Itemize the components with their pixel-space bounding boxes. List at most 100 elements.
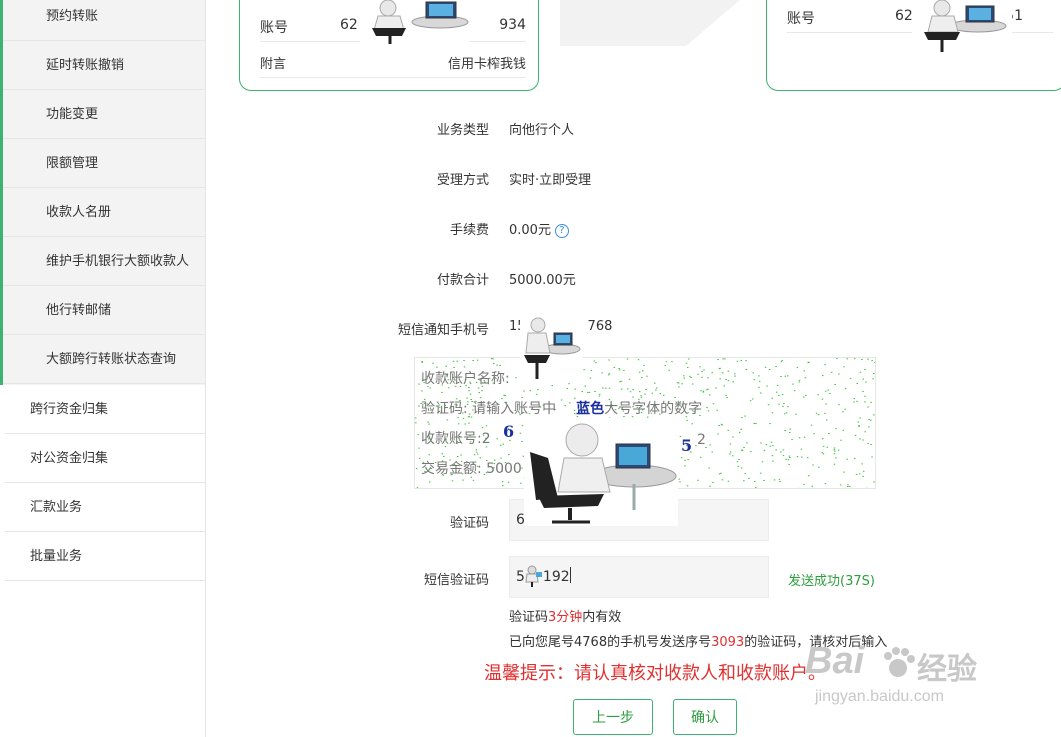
help-icon[interactable]: ? (554, 224, 569, 238)
captcha-noise-dot (684, 459, 686, 461)
captcha-noise-dot (697, 479, 699, 481)
captcha-noise-dot (642, 370, 644, 372)
captcha-noise-dot (691, 423, 693, 425)
captcha-noise-dot (873, 481, 875, 483)
person-at-computer-illustration-5 (524, 564, 544, 588)
captcha-noise-dot (583, 369, 585, 371)
captcha-noise-dot (839, 484, 842, 486)
processing-label: 受理方式 (436, 173, 489, 188)
sidebar-item-remittance[interactable]: 汇款业务 (5, 483, 205, 532)
captcha-noise-dot (833, 447, 836, 449)
captcha-noise-dot (717, 433, 719, 435)
captcha-noise-dot (641, 377, 643, 379)
captcha-noise-dot (771, 412, 774, 414)
captcha-noise-dot (763, 449, 766, 451)
fee-row: 0.00元? (509, 219, 569, 238)
captcha-noise-dot (655, 389, 657, 391)
captcha-noise-dot (758, 380, 761, 382)
sidebar-item-delayed-transfer-cancel[interactable]: 延时转账撤销 (3, 41, 205, 90)
captcha-noise-dot (475, 451, 478, 453)
captcha-noise-dot (822, 375, 824, 377)
captcha-noise-dot (776, 384, 779, 386)
captcha-noise-dot (515, 377, 517, 379)
business-type-label: 业务类型 (436, 123, 489, 138)
captcha-noise-dot (859, 371, 862, 373)
captcha-noise-dot (864, 431, 866, 433)
sms-code-input[interactable]: 5 192 (509, 556, 769, 598)
captcha-noise-dot (626, 358, 629, 360)
captcha-noise-dot (664, 364, 667, 366)
sidebar-item-limit-management[interactable]: 限额管理 (3, 139, 205, 188)
sidebar-item-cross-bank-collection[interactable]: 跨行资金归集 (5, 385, 205, 434)
captcha-noise-dot (784, 375, 787, 377)
confirm-button[interactable]: 确认 (673, 699, 737, 735)
captcha-blue-digit-2: 5 (681, 436, 693, 455)
captcha-noise-dot (581, 391, 583, 393)
captcha-noise-dot (769, 445, 772, 447)
captcha-noise-dot (711, 372, 713, 374)
captcha-noise-dot (807, 475, 810, 477)
captcha-noise-dot (870, 419, 872, 421)
captcha-noise-dot (700, 390, 702, 392)
captcha-noise-dot (421, 390, 423, 392)
captcha-noise-dot (720, 472, 722, 474)
sidebar-item-corporate-collection[interactable]: 对公资金归集 (5, 434, 205, 483)
prev-step-button[interactable]: 上一步 (573, 699, 653, 735)
captcha-noise-dot (475, 449, 478, 451)
captcha-noise-dot (712, 482, 714, 483)
captcha-noise-dot (734, 373, 736, 375)
captcha-noise-dot (709, 485, 711, 487)
captcha-noise-dot (702, 390, 705, 392)
captcha-noise-dot (755, 422, 757, 424)
captcha-noise-dot (460, 454, 462, 456)
sidebar-item-payee-list[interactable]: 收款人名册 (3, 188, 205, 237)
sidebar-item-scheduled-transfer[interactable]: 预约转账 (3, 0, 205, 41)
captcha-noise-dot (793, 390, 796, 392)
total-value: 5000.00元 (509, 273, 576, 288)
captcha-noise-dot (745, 369, 748, 370)
captcha-noise-dot (496, 364, 498, 366)
captcha-noise-dot (873, 414, 875, 416)
captcha-noise-dot (862, 439, 864, 441)
captcha-noise-dot (835, 428, 837, 430)
captcha-noise-dot (729, 453, 731, 455)
captcha-noise-dot (780, 376, 782, 377)
captcha-noise-dot (750, 451, 752, 453)
captcha-noise-dot (727, 370, 730, 372)
sidebar-item-other-bank-to-postal[interactable]: 他行转邮储 (3, 286, 205, 335)
captcha-noise-dot (833, 463, 836, 465)
captcha-noise-dot (428, 423, 430, 425)
sidebar-item-function-change[interactable]: 功能变更 (3, 90, 205, 139)
captcha-noise-dot (822, 438, 824, 440)
captcha-noise-dot (787, 406, 789, 408)
captcha-noise-dot (535, 393, 538, 395)
captcha-noise-dot (607, 374, 610, 376)
captcha-noise-dot (568, 383, 570, 385)
sidebar-item-mobile-large-payee[interactable]: 维护手机银行大额收款人 (3, 237, 205, 286)
fee-label: 手续费 (449, 223, 489, 238)
captcha-noise-dot (644, 393, 646, 395)
captcha-noise-dot (829, 392, 831, 394)
sidebar-item-large-transfer-status[interactable]: 大额跨行转账状态查询 (3, 335, 205, 384)
captcha-noise-dot (821, 452, 824, 454)
captcha-noise-dot (785, 412, 788, 414)
captcha-noise-dot (718, 425, 720, 426)
sms-code-suffix: 192 (542, 569, 570, 585)
captcha-noise-dot (584, 385, 586, 387)
sidebar-item-batch[interactable]: 批量业务 (5, 532, 205, 581)
captcha-noise-dot (499, 364, 501, 366)
captcha-noise-dot (659, 393, 661, 395)
captcha-noise-dot (776, 391, 778, 393)
captcha-noise-dot (847, 486, 849, 487)
captcha-line-instruction: 验证码: 请输入账号中 蓝色大号字体的数字 (421, 398, 702, 418)
captcha-noise-dot (780, 361, 783, 363)
captcha-line-payee-name: 收款账户名称: (421, 371, 510, 387)
person-at-computer-illustration-3 (520, 315, 582, 383)
captcha-noise-dot (872, 378, 874, 380)
captcha-noise-dot (683, 377, 685, 379)
captcha-noise-dot (847, 484, 849, 486)
captcha-noise-dot (428, 454, 430, 456)
captcha-noise-dot (862, 470, 865, 472)
captcha-noise-dot (752, 372, 754, 374)
captcha-noise-dot (835, 457, 837, 459)
